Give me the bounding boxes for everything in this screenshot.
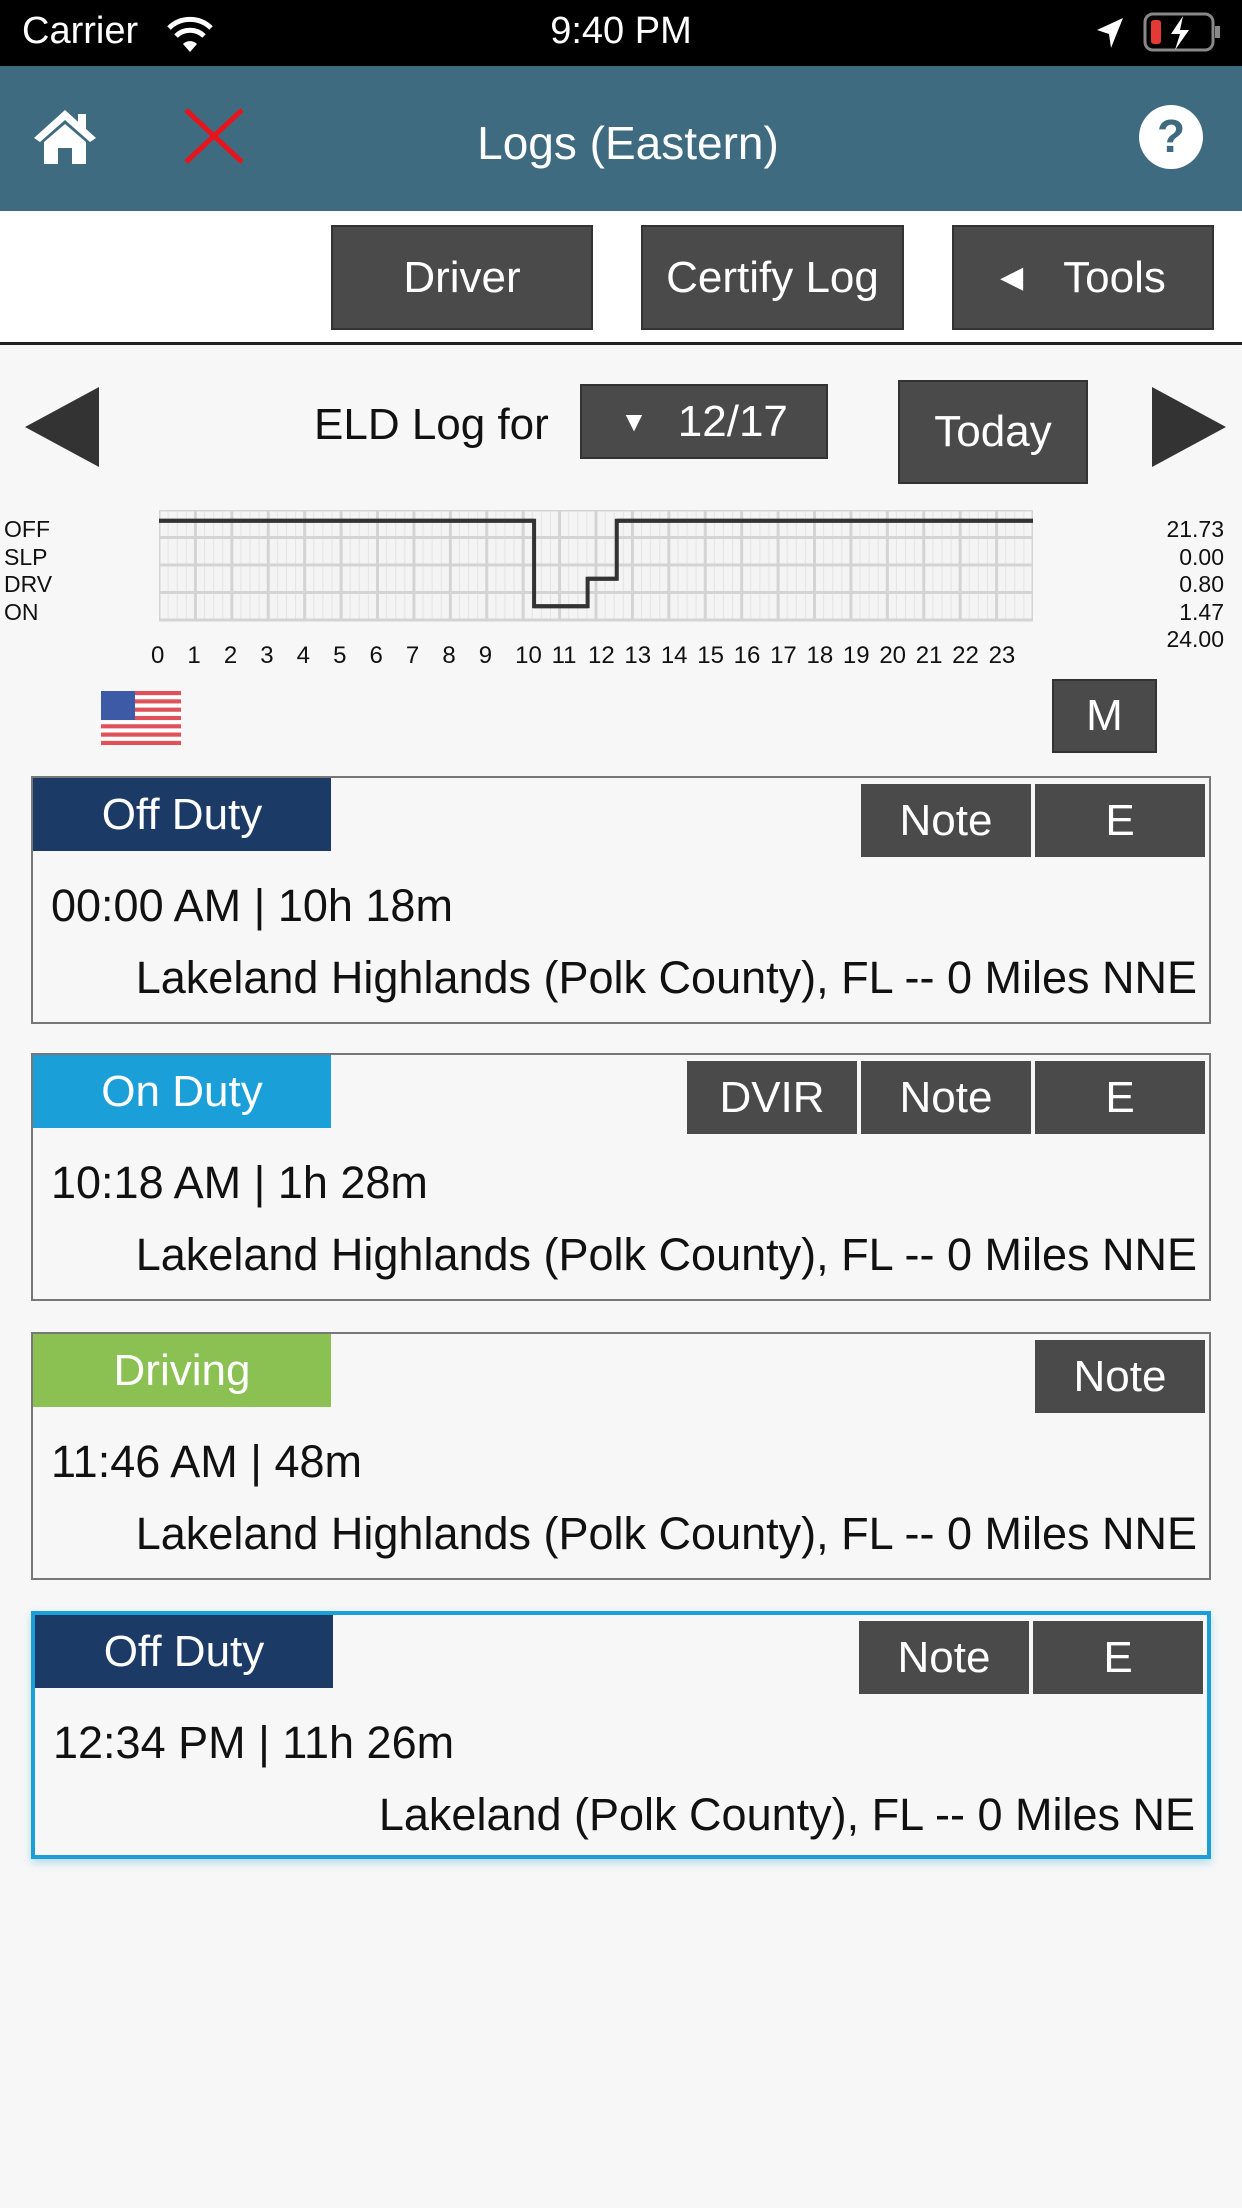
hour-label: 15 [697, 642, 724, 669]
graph-grid [159, 510, 1033, 622]
event-location: Lakeland Highlands (Polk County), FL -- … [135, 1229, 1197, 1280]
log-event-card[interactable]: Off Duty Note E 00:00 AM | 10h 18m Lakeland … [31, 776, 1211, 1024]
hour-label: 3 [260, 642, 274, 669]
hour-label: 12 [588, 642, 615, 669]
certify-log-button[interactable]: Certify Log [641, 225, 904, 330]
event-time: 00:00 AM | 10h 18m [51, 880, 453, 931]
hour-label: 21 [915, 642, 943, 669]
today-button[interactable]: Today [898, 380, 1088, 484]
hour-label: 5 [333, 642, 347, 669]
event-location: Lakeland Highlands (Polk County), FL -- … [135, 1508, 1197, 1559]
eld-log-label: ELD Log for [314, 400, 549, 449]
dvir-button[interactable]: DVIR [687, 1061, 857, 1134]
log-event-card[interactable]: On Duty DVIR Note E 10:18 AM | 1h 28m Lakelan… [31, 1053, 1211, 1301]
hour-label: 14 [660, 642, 688, 669]
driver-button[interactable]: Driver [331, 225, 593, 330]
hour-label: 17 [770, 642, 797, 669]
hour-label: 0 [151, 642, 165, 669]
battery-charging-icon [1143, 12, 1220, 52]
hour-label: 11 [551, 642, 577, 669]
app-header: Logs (Eastern) ? [0, 66, 1242, 211]
hour-label: 2 [223, 642, 238, 669]
previous-day-arrow-icon[interactable] [25, 387, 100, 467]
log-event-card[interactable]: Off Duty Note E 12:34 PM | 11h 26m Lakeland … [31, 1611, 1211, 1859]
hour-label: 1 [187, 642, 201, 669]
row-label: SLP [4, 543, 48, 570]
location-arrow-icon [1097, 18, 1123, 48]
duty-status-label: Off Duty [35, 1615, 333, 1688]
duty-status-graph: OFF SLP DRV ON 21.73 0.00 0.80 1.47 24.00 0 1 2 3 4 5 6… [0, 500, 1242, 670]
hour-label: 23 [988, 642, 1016, 669]
row-total: 21.73 [1166, 516, 1224, 542]
hour-label: 7 [405, 642, 420, 669]
hour-label: 6 [369, 642, 383, 669]
row-total: 1.47 [1179, 598, 1224, 625]
row-label: ON [4, 598, 39, 625]
duty-status-label: On Duty [33, 1055, 331, 1128]
row-label: DRV [4, 571, 53, 597]
hour-label: 13 [624, 642, 652, 669]
log-event-card[interactable]: Driving Note 11:46 AM | 48m Lakeland Highla… [31, 1332, 1211, 1580]
hour-label: 8 [442, 642, 456, 669]
us-flag-icon [101, 691, 181, 745]
svg-text:?: ? [1157, 110, 1185, 162]
hour-label: 10 [515, 642, 542, 669]
row-total: 24.00 [1166, 626, 1224, 652]
date-dropdown[interactable]: ▼ 12/17 [580, 384, 828, 459]
row-total: 0.00 [1179, 543, 1224, 570]
hour-label: 20 [879, 642, 907, 669]
e-button[interactable]: E [1033, 1621, 1203, 1694]
row-total: 0.80 [1179, 571, 1224, 597]
hour-label: 19 [842, 642, 870, 669]
note-button[interactable]: Note [859, 1621, 1029, 1694]
row-label: OFF [4, 516, 50, 542]
event-time: 12:34 PM | 11h 26m [53, 1717, 455, 1768]
tools-label: Tools [1063, 252, 1166, 302]
dropdown-arrow-icon: ▼ [620, 405, 648, 437]
help-icon[interactable]: ? [1138, 104, 1204, 170]
hour-label: 9 [478, 642, 493, 669]
status-bar: Carrier 9:40 PM [0, 0, 1242, 66]
note-button[interactable]: Note [1035, 1340, 1205, 1413]
note-button[interactable]: Note [861, 1061, 1031, 1134]
note-button[interactable]: Note [861, 784, 1031, 857]
hour-label: 16 [733, 642, 761, 669]
clock: 9:40 PM [550, 10, 692, 52]
hour-label: 18 [806, 642, 834, 669]
duty-status-label: Off Duty [33, 778, 331, 851]
event-time: 10:18 AM | 1h 28m [51, 1157, 428, 1208]
m-button[interactable]: M [1052, 679, 1157, 753]
tools-button[interactable]: ◀ Tools [952, 225, 1214, 330]
hour-label: 22 [952, 642, 979, 669]
next-day-arrow-icon[interactable] [1152, 387, 1227, 467]
hour-label: 4 [296, 642, 311, 669]
e-button[interactable]: E [1035, 1061, 1205, 1134]
caret-left-icon: ◀ [1000, 261, 1024, 294]
event-location: Lakeland Highlands (Polk County), FL -- … [135, 952, 1197, 1003]
duty-status-label: Driving [33, 1334, 331, 1407]
toolbar: Driver Certify Log ◀ Tools [0, 211, 1242, 345]
date-value: 12/17 [677, 396, 788, 446]
event-location: Lakeland (Polk County), FL -- 0 Miles NE [378, 1789, 1195, 1840]
event-time: 11:46 AM | 48m [51, 1436, 363, 1487]
page-title: Logs (Eastern) [477, 117, 779, 169]
e-button[interactable]: E [1035, 784, 1205, 857]
